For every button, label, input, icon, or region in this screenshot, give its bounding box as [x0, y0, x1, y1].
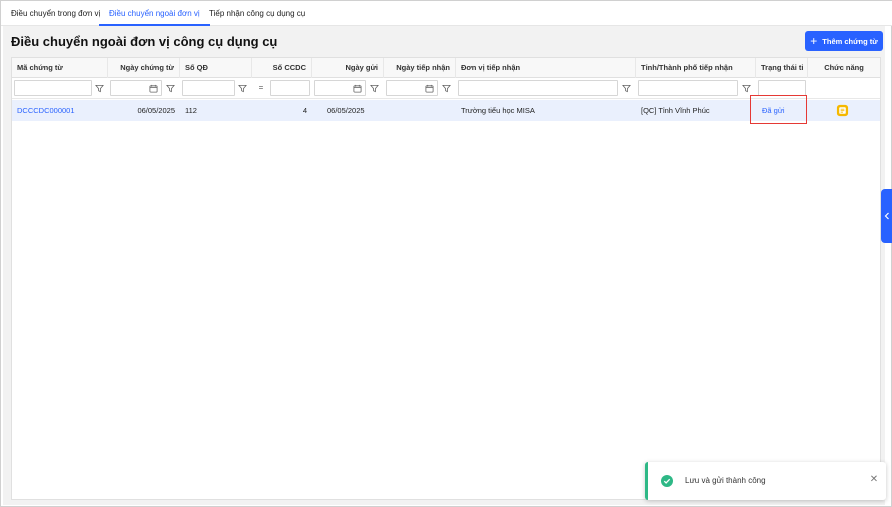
- plus-icon: +: [810, 34, 818, 48]
- col-header-status[interactable]: Trạng thái ti: [756, 58, 808, 78]
- filter-status-input[interactable]: [758, 80, 806, 96]
- filter-icon[interactable]: [619, 80, 633, 96]
- col-header-received-date[interactable]: Ngày tiếp nhận: [384, 58, 456, 78]
- check-circle-icon: [661, 475, 673, 487]
- content-area: Điều chuyển ngoài đơn vị công cụ dụng cụ…: [3, 26, 885, 505]
- status-badge[interactable]: Đã gửi: [762, 100, 785, 121]
- col-header-receiving-unit[interactable]: Đơn vị tiếp nhận: [456, 58, 636, 78]
- col-header-actions: Chức năng: [824, 63, 864, 72]
- filter-decision-no-input[interactable]: [182, 80, 235, 96]
- filter-tool-count-input[interactable]: [270, 80, 310, 96]
- calendar-icon[interactable]: [422, 80, 436, 96]
- toast-notification: Lưu và gửi thành công ✕: [645, 462, 886, 500]
- calendar-icon[interactable]: [350, 80, 364, 96]
- cell-received-date: [384, 100, 456, 121]
- side-panel-toggle-button[interactable]: [881, 189, 892, 243]
- add-document-label: Thêm chứng từ: [822, 36, 878, 46]
- add-document-button[interactable]: + Thêm chứng từ: [805, 31, 883, 51]
- filter-icon[interactable]: [235, 80, 249, 96]
- page-title: Điều chuyển ngoài đơn vị công cụ dụng cụ: [11, 34, 278, 49]
- col-header-code[interactable]: Mã chứng từ: [12, 58, 108, 78]
- cell-province: [QC] Tỉnh Vĩnh Phúc: [641, 106, 710, 115]
- close-icon[interactable]: ✕: [868, 474, 880, 486]
- cell-receiving-unit: Trường tiểu học MISA: [461, 106, 535, 115]
- filter-icon[interactable]: [439, 80, 453, 96]
- col-header-sent-date[interactable]: Ngày gửi: [312, 58, 384, 78]
- app-window: Điều chuyển trong đơn vị Điều chuyển ngo…: [0, 0, 892, 507]
- filter-icon[interactable]: [92, 80, 106, 96]
- toast-message: Lưu và gửi thành công: [685, 476, 766, 485]
- filter-operator-equals[interactable]: =: [254, 80, 268, 96]
- cell-doc-date: 06/05/2025: [137, 106, 175, 115]
- tab-internal-transfer[interactable]: Điều chuyển trong đơn vị: [1, 1, 110, 26]
- filter-icon[interactable]: [739, 80, 753, 96]
- col-header-decision-no[interactable]: Số QĐ: [180, 58, 252, 78]
- filter-icon[interactable]: [367, 80, 381, 96]
- grid-header: Mã chứng từ Ngày chứng từ Số QĐ Số CCDC …: [12, 58, 880, 78]
- filter-icon[interactable]: [163, 80, 177, 96]
- filter-code-input[interactable]: [14, 80, 92, 96]
- filter-province-input[interactable]: [638, 80, 738, 96]
- cell-tool-count: 4: [302, 106, 307, 115]
- cell-decision-no: 112: [185, 106, 197, 115]
- table-row[interactable]: DCCCDC000001 06/05/2025 112 4 06/05/2025…: [12, 95, 880, 124]
- col-header-doc-date[interactable]: Ngày chứng từ: [108, 58, 180, 78]
- calendar-icon[interactable]: [146, 80, 160, 96]
- col-header-province[interactable]: Tỉnh/Thành phố tiếp nhận: [636, 58, 756, 78]
- cell-code-link[interactable]: DCCCDC000001: [12, 100, 108, 121]
- tab-external-transfer[interactable]: Điều chuyển ngoài đơn vị: [99, 1, 210, 26]
- document-grid: Mã chứng từ Ngày chứng từ Số QĐ Số CCDC …: [11, 57, 881, 500]
- tab-bar: Điều chuyển trong đơn vị Điều chuyển ngo…: [1, 1, 892, 26]
- tab-receive-tools[interactable]: Tiếp nhận công cụ dụng cụ: [199, 1, 315, 26]
- edit-document-icon[interactable]: [836, 104, 849, 117]
- filter-receiving-unit-input[interactable]: [458, 80, 618, 96]
- chevron-left-icon: [884, 212, 889, 220]
- col-header-tool-count[interactable]: Số CCDC: [252, 58, 312, 78]
